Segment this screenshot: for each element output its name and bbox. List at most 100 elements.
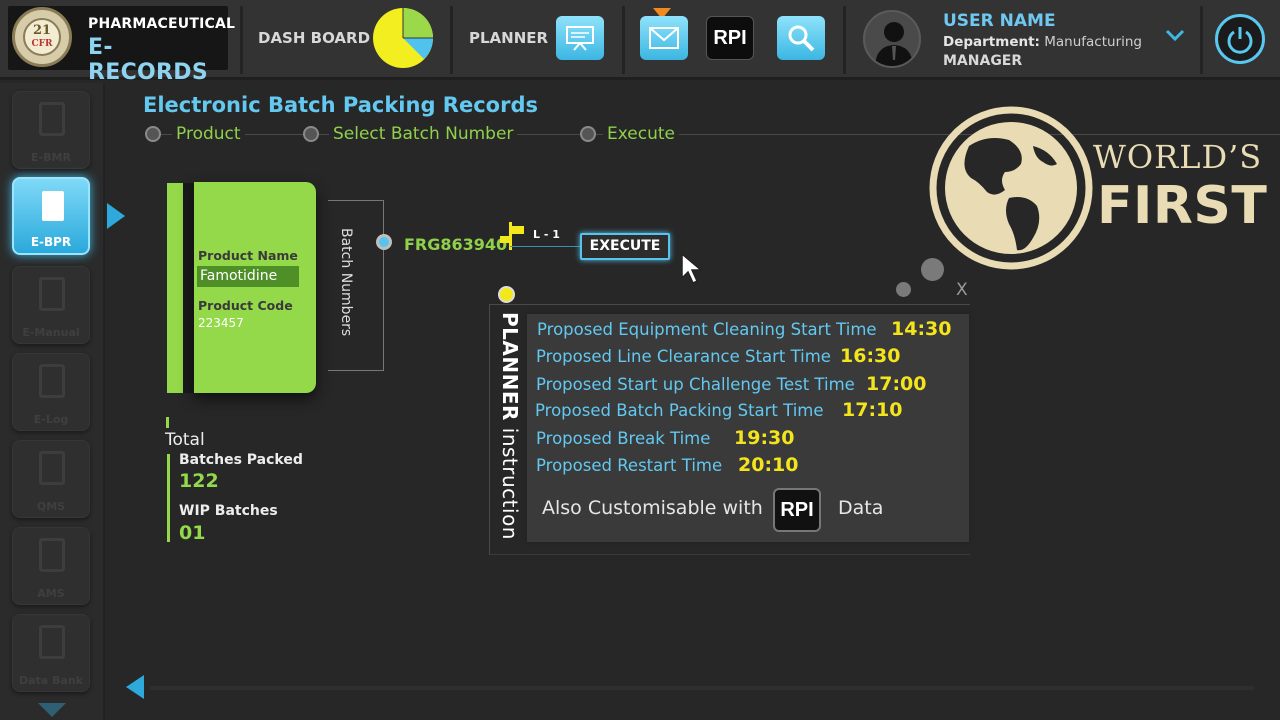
- sidebar-item-label: Data Bank: [18, 674, 84, 687]
- card-stripe: [167, 183, 183, 393]
- sidebar-item-label: E-BMR: [31, 151, 71, 164]
- search-icon[interactable]: [777, 16, 825, 60]
- pie-chart-icon[interactable]: [372, 7, 434, 69]
- book-icon: [42, 191, 64, 221]
- batch-numbers-label: Batch Numbers: [338, 228, 354, 337]
- sidebar-item-qms[interactable]: QMS: [12, 440, 90, 518]
- horizontal-scrollbar[interactable]: [150, 686, 1255, 690]
- planner-title-rest: instruction: [498, 427, 522, 540]
- department-value: Manufacturing: [1044, 34, 1142, 50]
- document-icon: [39, 102, 65, 136]
- batch-radio[interactable]: [376, 234, 392, 250]
- scroll-down-icon[interactable]: [38, 703, 66, 717]
- palette-icon: [39, 538, 65, 572]
- seal-number: 21: [32, 23, 52, 38]
- step-dot[interactable]: [145, 126, 161, 142]
- wip-batches-label: WIP Batches: [179, 503, 278, 519]
- planner-row-time: 17:00: [866, 373, 927, 395]
- product-code-value: 223457: [198, 316, 244, 330]
- log-icon: [39, 364, 65, 398]
- product-card[interactable]: [194, 182, 316, 393]
- back-arrow-icon[interactable]: [126, 675, 144, 699]
- divider: [843, 6, 846, 74]
- sidebar-item-data-bank[interactable]: Data Bank: [12, 614, 90, 692]
- close-icon[interactable]: X: [956, 280, 968, 300]
- connector: [510, 246, 584, 247]
- page-title: Electronic Batch Packing Records: [143, 93, 538, 117]
- rpi-badge[interactable]: RPI: [773, 488, 821, 532]
- step-dot[interactable]: [303, 126, 319, 142]
- batch-number[interactable]: FRG863940: [404, 235, 507, 254]
- user-role: MANAGER: [943, 53, 1023, 69]
- total-bar: [167, 454, 170, 542]
- popup-anchor-dot: [498, 286, 515, 303]
- sidebar-item-ams[interactable]: AMS: [12, 527, 90, 605]
- line-label: L - 1: [533, 228, 560, 241]
- divider: [240, 6, 243, 74]
- user-department: Department: Manufacturing: [943, 34, 1142, 50]
- cfr-seal-icon: 21 CFR: [12, 7, 72, 67]
- customisable-text: Also Customisable with: [542, 497, 763, 519]
- mail-icon[interactable]: [640, 16, 688, 60]
- card-divider: [183, 183, 194, 393]
- steps-line: [150, 134, 1280, 135]
- planner-row-label: Proposed Line Clearance Start Time: [536, 347, 831, 366]
- planner-row-label: Proposed Restart Time: [536, 456, 723, 475]
- product-code-label: Product Code: [198, 298, 293, 313]
- planner-board-icon[interactable]: [556, 16, 604, 60]
- planner-row-time: 20:10: [738, 454, 799, 476]
- planner-title-bold: PLANNER: [498, 312, 522, 421]
- batches-packed-label: Batches Packed: [179, 452, 303, 468]
- worlds-label: WORLD’S: [1093, 138, 1263, 176]
- sidebar-item-label: E-Manual: [22, 326, 80, 339]
- chevron-down-icon[interactable]: [1165, 28, 1185, 42]
- sidebar-item-label: E-BPR: [30, 235, 72, 249]
- dashboard-link[interactable]: DASH BOARD: [258, 29, 370, 47]
- product-name-label: Product Name: [198, 248, 298, 263]
- checklist-icon: [39, 451, 65, 485]
- execute-button[interactable]: EXECUTE: [580, 233, 670, 260]
- app-name-line2: E-RECORDS: [88, 35, 208, 85]
- planner-link[interactable]: PLANNER: [469, 29, 548, 47]
- step-dot[interactable]: [580, 126, 596, 142]
- step-execute[interactable]: Execute: [603, 124, 679, 144]
- app-logo[interactable]: 21 CFR PHARMACEUTICAL E-RECORDS: [8, 6, 235, 85]
- divider: [450, 6, 453, 74]
- planner-instruction-title: PLANNER instruction: [494, 312, 522, 548]
- sidebar-item-label: AMS: [37, 587, 65, 600]
- customisable-suffix: Data: [838, 497, 884, 519]
- step-product[interactable]: Product: [172, 124, 245, 144]
- divider: [1200, 6, 1203, 74]
- product-name-value: Famotidine: [197, 266, 299, 287]
- sidebar: E-BMR E-BPR E-Manual E-Log QMS AMS Data …: [0, 83, 105, 720]
- power-icon[interactable]: [1215, 14, 1265, 64]
- signpost-icon: [500, 222, 524, 250]
- sidebar-item-e-manual[interactable]: E-Manual: [12, 266, 90, 344]
- sidebar-item-e-bpr[interactable]: E-BPR: [12, 177, 90, 255]
- step-select-batch[interactable]: Select Batch Number: [329, 124, 518, 144]
- mouse-cursor-icon: [681, 252, 704, 285]
- planner-row-label: Proposed Start up Challenge Test Time: [536, 375, 855, 394]
- wip-batches-value: 01: [179, 522, 206, 544]
- globe-icon: [929, 106, 1093, 270]
- planner-row-label: Proposed Equipment Cleaning Start Time: [537, 320, 877, 339]
- sidebar-item-e-bmr[interactable]: E-BMR: [12, 91, 90, 169]
- rpi-button[interactable]: RPI: [706, 16, 754, 60]
- sidebar-item-e-log[interactable]: E-Log: [12, 353, 90, 431]
- top-bar: 21 CFR PHARMACEUTICAL E-RECORDS DASH BOA…: [0, 0, 1280, 85]
- sidebar-item-label: QMS: [36, 500, 66, 513]
- planner-row-time: 14:30: [891, 318, 952, 340]
- data-bank-icon: [39, 625, 65, 659]
- seal-text: CFR: [31, 39, 53, 49]
- total-label: Total: [165, 430, 205, 450]
- popup-bubble: [896, 282, 911, 297]
- total-marker: [166, 417, 169, 428]
- avatar[interactable]: [863, 10, 921, 68]
- planner-row-time: 19:30: [734, 427, 795, 449]
- sidebar-item-label: E-Log: [33, 413, 69, 426]
- planner-row-label: Proposed Break Time: [536, 429, 711, 448]
- user-name[interactable]: USER NAME: [943, 11, 1056, 31]
- batches-packed-value: 122: [179, 470, 219, 492]
- planner-row-time: 16:30: [840, 345, 901, 367]
- divider: [622, 6, 625, 74]
